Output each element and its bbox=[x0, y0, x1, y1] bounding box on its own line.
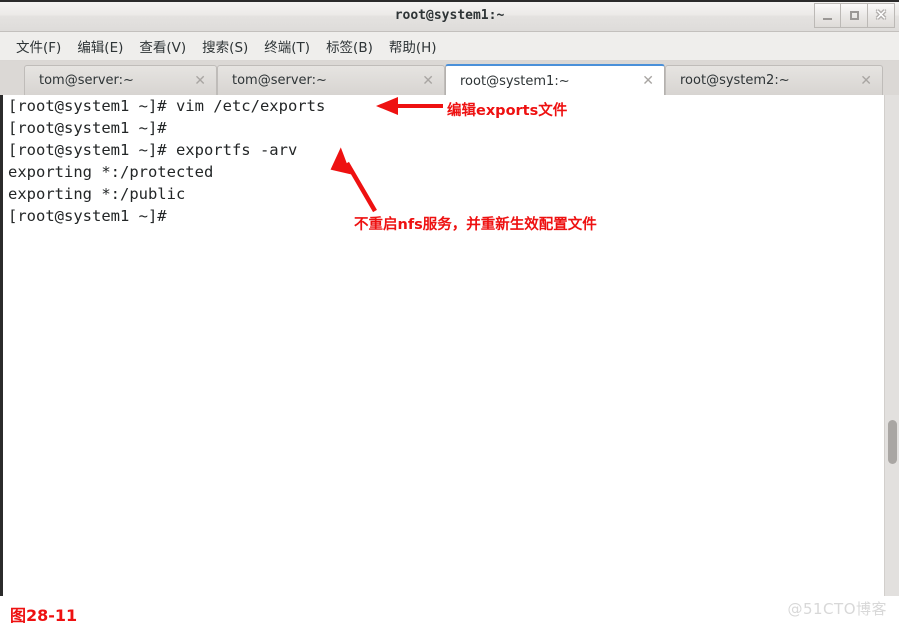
titlebar-top-accent bbox=[0, 0, 899, 2]
menu-item-edit[interactable]: 编辑(E) bbox=[69, 33, 131, 59]
window-controls: ✕ bbox=[814, 3, 895, 28]
minimize-icon bbox=[823, 18, 832, 20]
close-button[interactable]: ✕ bbox=[868, 3, 895, 28]
menubar: 文件(F) 编辑(E) 查看(V) 搜索(S) 终端(T) 标签(B) 帮助(H… bbox=[0, 32, 899, 61]
tab-label: tom@server:~ bbox=[39, 73, 134, 88]
tab-tom-server-2[interactable]: tom@server:~ ✕ bbox=[217, 65, 445, 95]
terminal-output-area[interactable]: [root@system1 ~]# vim /etc/exports [root… bbox=[0, 95, 899, 596]
menu-item-help[interactable]: 帮助(H) bbox=[381, 33, 445, 59]
maximize-icon bbox=[849, 11, 859, 20]
minimize-button[interactable] bbox=[814, 3, 841, 28]
annotation-label-edit-exports: 编辑exports文件 bbox=[447, 103, 568, 119]
terminal-window: root@system1:~ ✕ 文件(F) 编辑(E) 查看(V) 搜索(S)… bbox=[0, 0, 899, 596]
menu-item-terminal[interactable]: 终端(T) bbox=[256, 33, 318, 59]
tab-root-system2[interactable]: root@system2:~ ✕ bbox=[665, 65, 883, 95]
tab-close-icon[interactable]: ✕ bbox=[422, 73, 444, 89]
window-title: root@system1:~ bbox=[394, 8, 505, 23]
menu-item-search[interactable]: 搜索(S) bbox=[194, 33, 256, 59]
tab-tom-server-1[interactable]: tom@server:~ ✕ bbox=[24, 65, 217, 95]
tab-close-icon[interactable]: ✕ bbox=[194, 73, 216, 89]
menu-item-view[interactable]: 查看(V) bbox=[131, 33, 194, 59]
watermark: @51CTO博客 bbox=[787, 600, 887, 618]
tab-close-icon[interactable]: ✕ bbox=[860, 73, 882, 89]
menu-item-file[interactable]: 文件(F) bbox=[8, 33, 69, 59]
close-icon: ✕ bbox=[874, 7, 888, 24]
figure-footer bbox=[0, 596, 899, 626]
tab-label: tom@server:~ bbox=[232, 73, 327, 88]
menu-item-tabs[interactable]: 标签(B) bbox=[318, 33, 381, 59]
scrollbar-thumb[interactable] bbox=[888, 420, 897, 464]
figure-caption: 图28-11 bbox=[10, 606, 78, 625]
terminal-scrollbar[interactable] bbox=[884, 95, 899, 596]
tab-label: root@system1:~ bbox=[460, 73, 570, 89]
tab-root-system1[interactable]: root@system1:~ ✕ bbox=[445, 64, 665, 96]
tab-close-icon[interactable]: ✕ bbox=[642, 73, 664, 89]
terminal-text: [root@system1 ~]# vim /etc/exports [root… bbox=[8, 97, 326, 225]
window-titlebar: root@system1:~ ✕ bbox=[0, 0, 899, 32]
maximize-button[interactable] bbox=[841, 3, 868, 28]
tab-label: root@system2:~ bbox=[680, 73, 790, 88]
annotation-label-no-restart-nfs: 不重启nfs服务，并重新生效配置文件 bbox=[354, 217, 597, 233]
screenshot-root: root@system1:~ ✕ 文件(F) 编辑(E) 查看(V) 搜索(S)… bbox=[0, 0, 899, 626]
tabbar: tom@server:~ ✕ tom@server:~ ✕ root@syste… bbox=[0, 61, 899, 96]
